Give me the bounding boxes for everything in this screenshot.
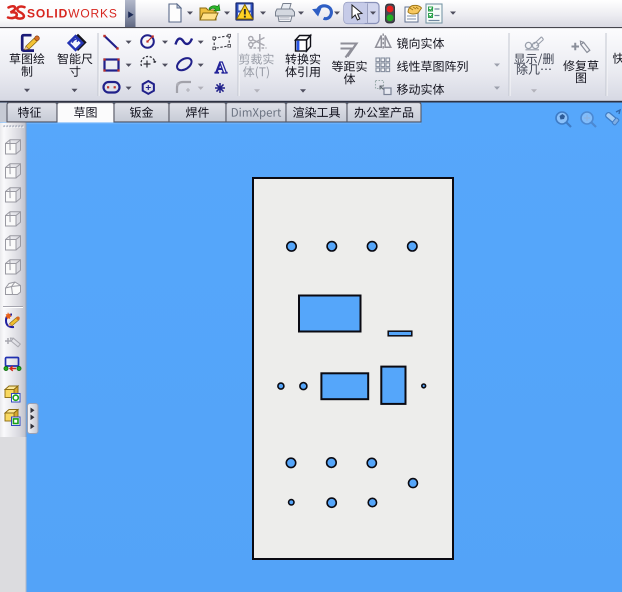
svg-text:A: A: [215, 58, 228, 77]
svg-text:SOLIDWORKS: SOLIDWORKS: [27, 6, 118, 20]
